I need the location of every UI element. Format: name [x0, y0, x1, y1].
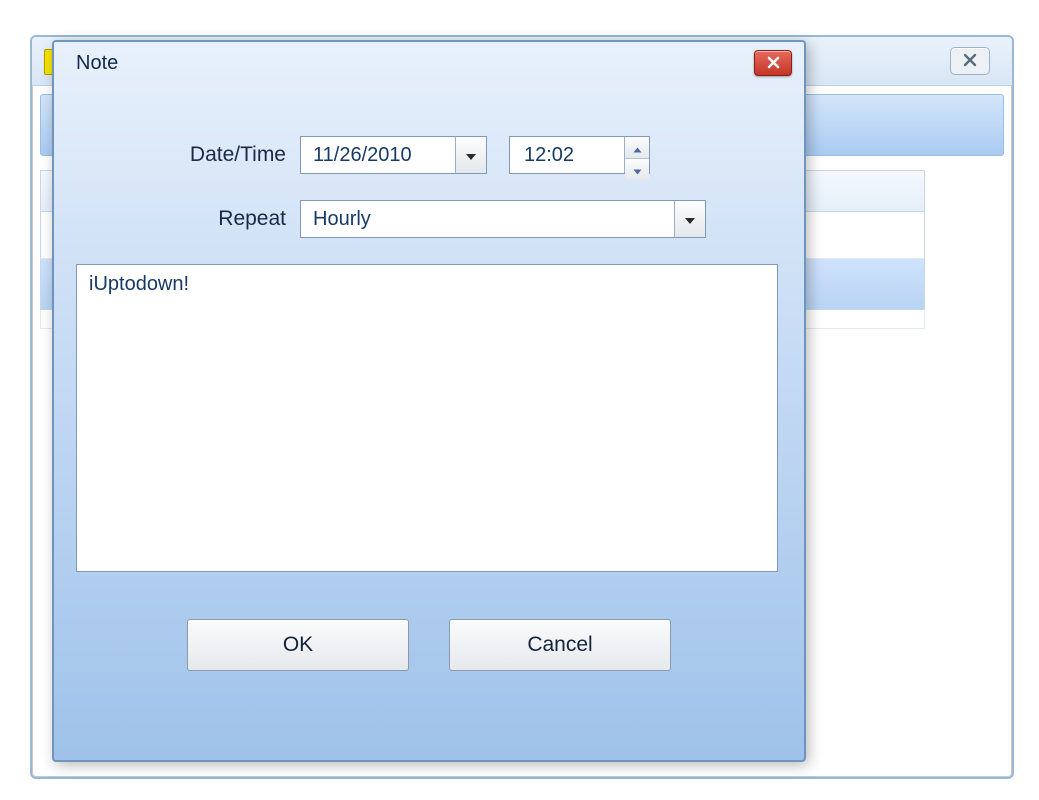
- dialog-titlebar: Note: [54, 42, 804, 86]
- datetime-row: Date/Time 11/26/2010 12:02: [76, 136, 782, 174]
- chevron-down-icon: [633, 159, 642, 180]
- note-dialog: Note Date/Time 11/26/2010 12:02: [52, 40, 806, 762]
- date-dropdown-button[interactable]: [455, 137, 486, 173]
- datetime-label: Date/Time: [76, 143, 300, 167]
- note-textarea[interactable]: [76, 264, 778, 572]
- repeat-dropdown-button[interactable]: [674, 201, 705, 237]
- chevron-down-icon: [684, 209, 696, 230]
- cancel-button[interactable]: Cancel: [449, 619, 671, 671]
- repeat-label: Repeat: [76, 207, 300, 231]
- ok-button[interactable]: OK: [187, 619, 409, 671]
- time-value: 12:02: [510, 137, 624, 173]
- close-icon: [767, 53, 780, 74]
- date-value: 11/26/2010: [301, 137, 455, 173]
- repeat-select[interactable]: Hourly: [300, 200, 706, 238]
- dialog-close-button[interactable]: [754, 50, 792, 76]
- date-picker[interactable]: 11/26/2010: [300, 136, 487, 174]
- chevron-up-icon: [633, 137, 642, 158]
- repeat-value: Hourly: [301, 201, 674, 237]
- parent-close-button[interactable]: [950, 47, 990, 75]
- time-spin-buttons: [624, 137, 649, 173]
- chevron-down-icon: [465, 145, 477, 166]
- dialog-buttons: OK Cancel: [76, 619, 782, 671]
- dialog-title: Note: [76, 52, 118, 75]
- time-spin-down[interactable]: [625, 158, 649, 180]
- time-spin-up[interactable]: [625, 137, 649, 158]
- time-spinner[interactable]: 12:02: [509, 136, 650, 174]
- repeat-row: Repeat Hourly: [76, 200, 782, 238]
- close-icon: [963, 51, 977, 72]
